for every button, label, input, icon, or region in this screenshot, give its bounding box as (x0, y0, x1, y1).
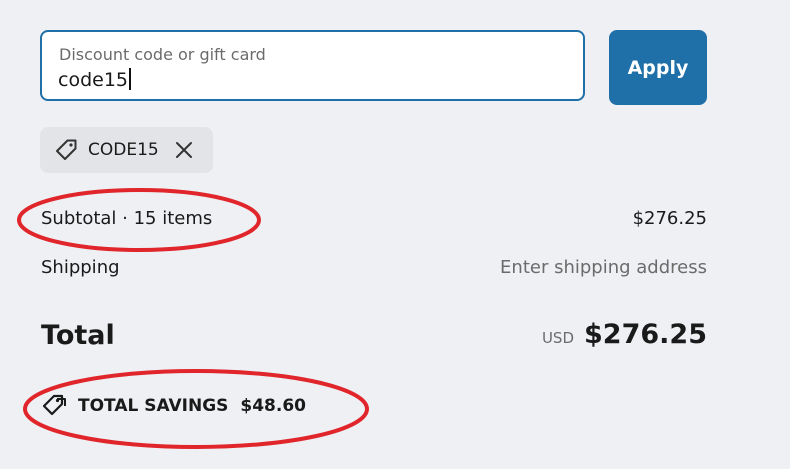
applied-discount-chip: CODE15 (40, 127, 213, 173)
discount-code-field[interactable]: Discount code or gift card code15 (40, 30, 585, 101)
close-icon[interactable] (174, 140, 194, 160)
shipping-value: Enter shipping address (500, 257, 707, 278)
shipping-label: Shipping (41, 257, 120, 278)
subtotal-label: Subtotal · 15 items (41, 208, 213, 229)
tag-icon (41, 393, 67, 419)
applied-code-label: CODE15 (88, 140, 159, 160)
total-label: Total (41, 320, 115, 351)
discount-code-text: code15 (58, 69, 128, 91)
tag-icon (53, 137, 79, 163)
savings-amount: $48.60 (240, 396, 306, 416)
discount-code-input-value[interactable]: code15 (58, 68, 131, 91)
total-savings: TOTAL SAVINGS $48.60 (41, 393, 306, 419)
subtotal-value: $276.25 (632, 208, 707, 229)
apply-button-label: Apply (627, 56, 689, 79)
text-cursor (129, 68, 131, 90)
savings-label: TOTAL SAVINGS (78, 396, 229, 416)
apply-button[interactable]: Apply (609, 30, 707, 105)
total-amount: $276.25 (584, 319, 707, 350)
currency-code: USD (541, 329, 575, 347)
discount-field-label: Discount code or gift card (59, 45, 266, 64)
total-value: USD $276.25 (542, 319, 707, 350)
